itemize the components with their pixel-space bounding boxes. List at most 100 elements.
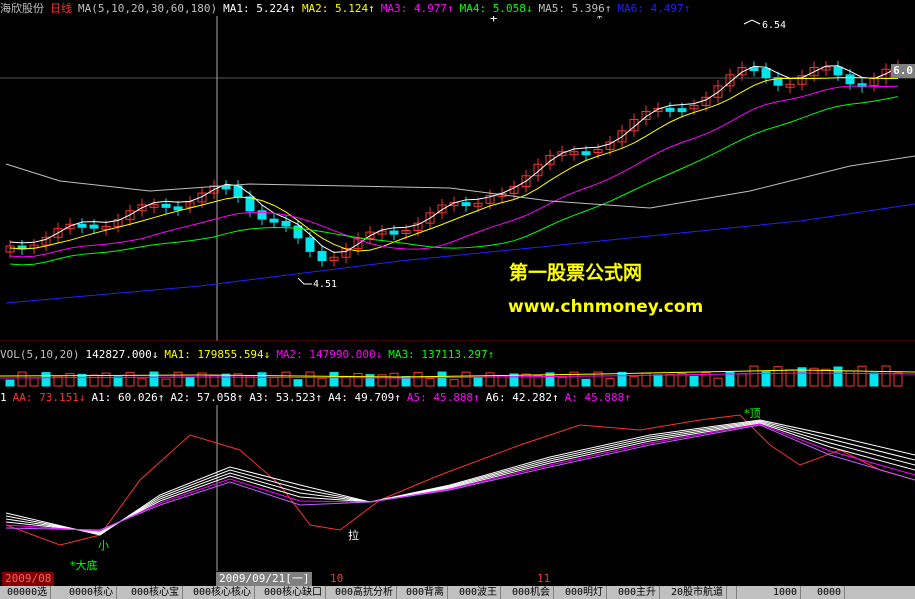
candle-body <box>281 220 291 227</box>
volume-bar <box>677 372 687 387</box>
vol-value: 142827.000↓ <box>85 348 159 361</box>
formula-tab[interactable]: 000核心缺口 <box>261 586 327 599</box>
volume-bar <box>413 371 423 387</box>
low-marker <box>297 277 312 285</box>
volume-bar <box>857 365 867 387</box>
volume-bar <box>557 376 567 387</box>
ma-value: MA4: 5.058↓ <box>459 2 533 15</box>
candle-body <box>761 68 771 79</box>
indicator-chart[interactable]: *顶小 拉 *大底 <box>0 405 915 571</box>
volume-bar <box>89 374 99 387</box>
ma-value: MA3: 4.977↑ <box>380 2 454 15</box>
formula-tab[interactable]: 000背离 <box>403 586 449 599</box>
volume-bar <box>785 369 795 387</box>
formula-tab[interactable]: 1000 <box>770 586 802 599</box>
volume-bar <box>257 372 267 387</box>
formula-tab[interactable]: 20股市航道 <box>668 586 728 599</box>
volume-bar <box>893 372 903 387</box>
period-label[interactable]: 日线 <box>50 2 72 15</box>
low-annotation: 4.51 <box>313 279 337 290</box>
volume-bar <box>881 365 891 387</box>
volume-bar <box>437 371 447 387</box>
ind-value: A3: 53.523↑ <box>249 391 323 404</box>
ma3-line <box>9 85 899 258</box>
volume-bar <box>173 371 183 387</box>
ma-value: MA2: 5.124↑ <box>301 2 375 15</box>
formula-tab[interactable] <box>730 586 737 599</box>
ind-value: A5: 45.888↑ <box>406 391 480 404</box>
watermark-url: www.chnmoney.com <box>508 297 704 317</box>
volume-bar <box>221 373 231 387</box>
candle-body <box>845 74 855 85</box>
formula-tab[interactable]: 00000选 <box>4 586 52 599</box>
date-label: 2009/08 <box>2 572 55 586</box>
formula-tab[interactable]: 000高抗分析 <box>332 586 398 599</box>
formula-tab[interactable]: 000明灯 <box>562 586 608 599</box>
candle-body <box>269 218 279 223</box>
vol-values: 142827.000↓ MA1: 179855.594↓ MA2: 147990.0… <box>85 348 500 361</box>
main-header: 海欣股份 日线 MA(5,10,20,30,60,180) MA1: 5.224↑ MA… <box>0 2 702 16</box>
volume-bar <box>41 372 51 387</box>
formula-tab[interactable]: 0000核心 <box>66 586 118 599</box>
volume-chart[interactable] <box>0 362 915 390</box>
date-label: 10 <box>330 572 344 585</box>
volume-bar <box>737 373 747 387</box>
volume-bar <box>617 371 627 387</box>
volume-bar <box>461 371 471 387</box>
candle-body <box>317 250 327 262</box>
formula-tab[interactable]: 0000 <box>814 586 846 599</box>
volume-bar <box>521 373 531 387</box>
pull-signal-label: 拉 <box>348 528 359 542</box>
volume-bar <box>581 378 591 387</box>
ind-value: A4: 49.709↑ <box>328 391 401 404</box>
volume-bar <box>485 372 495 387</box>
volume-bar <box>317 377 327 387</box>
volume-bar <box>689 375 699 387</box>
candle-body <box>305 237 315 252</box>
ind-header: 1 AA: 73.151↓ A1: 60.026↑ A2: 57.058↑ A3: 53… <box>0 391 643 405</box>
candle-body <box>173 206 183 211</box>
vol-value: MA1: 179855.594↓ <box>164 348 271 361</box>
candle-body <box>389 230 399 235</box>
volume-bar <box>353 372 363 387</box>
watermark-title: 第一股票公式网 <box>509 262 643 284</box>
candle-body <box>89 224 99 229</box>
bottom-signal-label: *大底 <box>70 558 98 571</box>
high-annotation: 6.54 <box>762 20 786 31</box>
volume-bar <box>821 368 831 387</box>
formula-tab[interactable]: 000核心宝 <box>128 586 184 599</box>
candle-body <box>677 108 687 113</box>
volume-bar <box>5 379 15 387</box>
stock-name[interactable]: 海欣股份 <box>0 2 44 15</box>
candle-body <box>161 203 171 208</box>
ma-value: MA6: 4.497↑ <box>617 2 691 15</box>
volume-bar <box>773 366 783 387</box>
volume-bar <box>665 374 675 387</box>
volume-bar <box>281 371 291 387</box>
volume-bar <box>869 372 879 387</box>
formula-tab[interactable]: 000机会 <box>509 586 555 599</box>
ind-value: A1: 60.026↑ <box>91 391 165 404</box>
candle-body <box>665 107 675 112</box>
top-signal-label: *顶 <box>744 407 761 420</box>
volume-bar <box>293 379 303 387</box>
ind-value: A2: 57.058↑ <box>170 391 244 404</box>
formula-tabs: 00000选 0000核心 000核心宝 000核心核心 000核心缺口 000高抗分析 0… <box>0 586 915 599</box>
formula-tab[interactable]: 000核心核心 <box>190 586 256 599</box>
ind-value: A6: 42.282↑ <box>485 391 559 404</box>
ma-value: MA1: 5.224↑ <box>223 2 296 15</box>
formula-tab[interactable]: 000主升 <box>615 586 661 599</box>
ma4-line <box>9 96 899 266</box>
ma-values: MA1: 5.224↑ MA2: 5.124↑ MA3: 4.977↑ MA4: 5.… <box>223 2 696 15</box>
vol-header: VOL(5,10,20) 142827.000↓ MA1: 179855.594↓ M… <box>0 348 506 362</box>
volume-bar <box>809 367 819 387</box>
volume-bar <box>77 373 87 387</box>
price-chart[interactable]: 6.54 4.51 + * <box>0 16 915 341</box>
volume-bar <box>161 378 171 387</box>
small-signal-label: 小 <box>98 539 109 552</box>
volume-bar <box>329 371 339 387</box>
candle-body <box>245 196 255 212</box>
cross-marker: + <box>490 16 497 25</box>
formula-tab[interactable]: 000波王 <box>456 586 502 599</box>
volume-bar <box>29 377 39 387</box>
